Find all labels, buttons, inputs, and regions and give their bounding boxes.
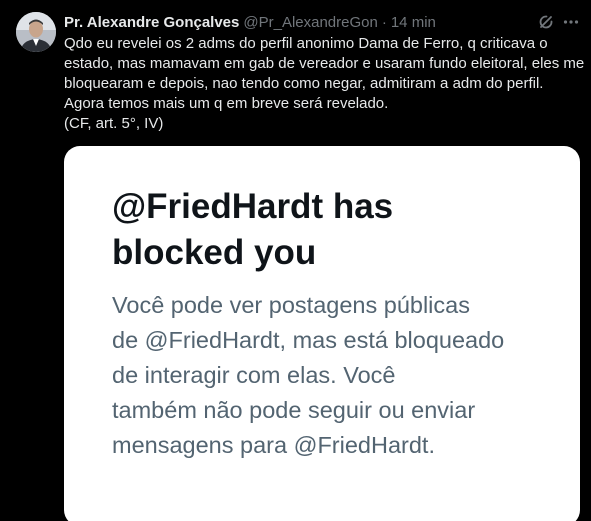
author-handle[interactable]: @Pr_AlexandreGon xyxy=(243,14,377,31)
grok-icon[interactable] xyxy=(536,12,556,32)
tweet-text-line: (CF, art. 5°, IV) xyxy=(64,115,164,132)
header-separator: · xyxy=(381,13,387,31)
tweet[interactable]: Pr. Alexandre Gonçalves @Pr_AlexandreGon… xyxy=(0,0,591,521)
blocked-description: Você pode ver postagens públicas de @Fri… xyxy=(112,288,504,463)
more-icon[interactable] xyxy=(561,12,581,32)
tweet-text-line: estado, mas mamavam em gab de vereador e… xyxy=(64,55,585,72)
tweet-text: Qdo eu revelei os 2 adms do perfil anoni… xyxy=(64,34,585,134)
tweet-text-line: Qdo eu revelei os 2 adms do perfil anoni… xyxy=(64,35,548,52)
avatar[interactable] xyxy=(16,12,56,52)
author-display-name[interactable]: Pr. Alexandre Gonçalves xyxy=(64,14,239,31)
blocked-description-line: também não pode seguir ou enviar xyxy=(112,397,476,423)
tweet-text-line: Agora temos mais um q em breve será reve… xyxy=(64,95,389,112)
tweet-text-line: bloquearam e depois, nao tendo como nega… xyxy=(64,75,544,92)
tweet-header: Pr. Alexandre Gonçalves @Pr_AlexandreGon… xyxy=(64,12,436,32)
tweet-timestamp[interactable]: 14 min xyxy=(391,14,436,31)
blocked-title: @FriedHardt has blocked you xyxy=(112,184,393,276)
blocked-title-line: @FriedHardt has xyxy=(112,187,394,226)
blocked-description-line: mensagens para @FriedHardt. xyxy=(112,432,435,458)
blocked-description-line: Você pode ver postagens públicas xyxy=(112,292,470,318)
tweet-media-image[interactable]: @FriedHardt has blocked you Você pode ve… xyxy=(64,146,580,521)
blocked-title-line: blocked you xyxy=(112,233,317,272)
blocked-description-line: de @FriedHardt, mas está bloqueado xyxy=(112,327,505,353)
blocked-description-line: de interagir com elas. Você xyxy=(112,362,396,388)
